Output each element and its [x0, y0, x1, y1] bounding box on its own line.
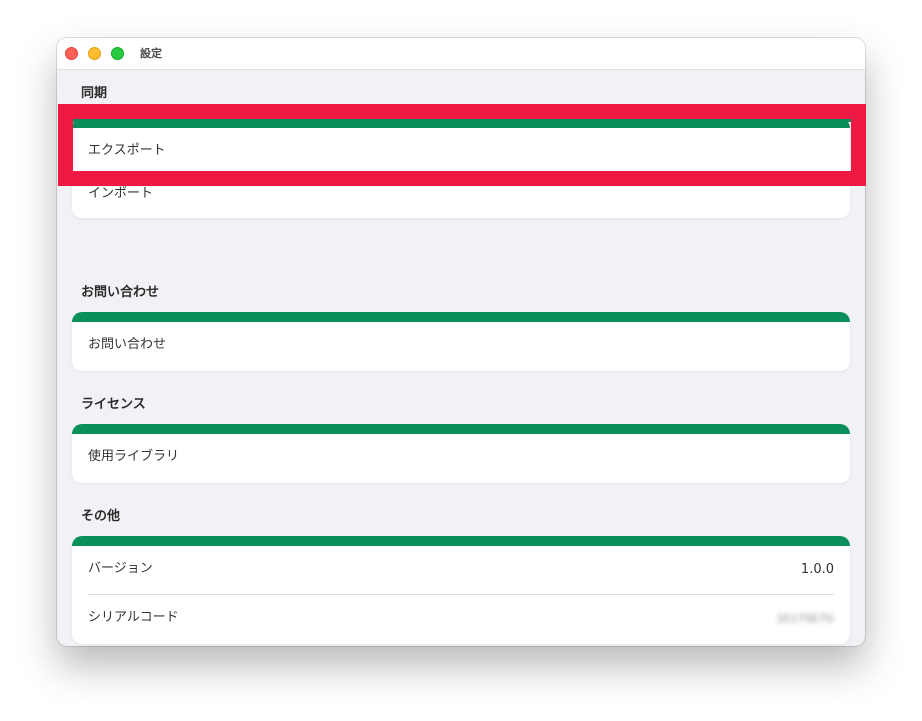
section-title-other: その他	[81, 509, 121, 524]
section-title-license: ライセンス	[81, 397, 146, 412]
section-title-contact: お問い合わせ	[81, 285, 160, 300]
version-value: 1.0.0	[800, 562, 834, 577]
row-version: バージョン 1.0.0	[72, 546, 850, 595]
window-title: 設定	[140, 47, 162, 60]
card-accent-bar	[72, 312, 850, 322]
row-label-serial: シリアルコード	[88, 610, 179, 625]
serial-code-value: 1E17SE7G	[776, 612, 834, 625]
section-title-sync: 同期	[81, 86, 108, 101]
maximize-window-button[interactable]	[111, 47, 124, 60]
row-label-libraries: 使用ライブラリ	[88, 449, 180, 464]
row-label-contact: お問い合わせ	[88, 337, 167, 352]
row-contact[interactable]: お問い合わせ	[72, 322, 850, 371]
card-license: 使用ライブラリ	[72, 424, 850, 483]
export-highlight-frame	[58, 104, 866, 186]
card-accent-bar	[72, 424, 850, 434]
row-label-version: バージョン	[88, 561, 153, 576]
row-serial: シリアルコード 1E17SE7G	[72, 595, 850, 644]
export-highlight-accent	[73, 119, 851, 122]
card-contact: お問い合わせ	[72, 312, 850, 371]
row-label-import: インポート	[88, 186, 154, 201]
row-libraries[interactable]: 使用ライブラリ	[72, 434, 850, 483]
title-bar[interactable]: 設定	[57, 38, 865, 70]
card-accent-bar	[72, 536, 850, 546]
card-other: バージョン 1.0.0 シリアルコード 1E17SE7G	[72, 536, 850, 644]
close-window-button[interactable]	[65, 47, 78, 60]
minimize-window-button[interactable]	[88, 47, 101, 60]
